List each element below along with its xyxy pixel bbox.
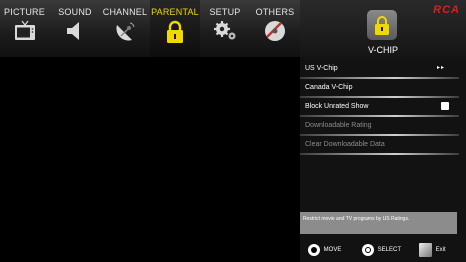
tab-sound[interactable]: SOUND xyxy=(50,0,100,57)
menu-item-label: US V-Chip xyxy=(305,65,338,72)
menu-item-us-vchip[interactable]: US V-Chip ▸▸ xyxy=(300,60,459,79)
section-title: V-CHIP xyxy=(367,45,398,55)
tab-channel-label: CHANNEL xyxy=(102,7,148,17)
help-text-box: Restrict movie and TV programs by US Rat… xyxy=(300,212,457,234)
satellite-dish-icon xyxy=(113,20,137,49)
exit-hint: Exit xyxy=(419,243,446,257)
menu-item-downloadable-rating: Downloadable Rating xyxy=(300,117,459,136)
tab-setup-label: SETUP xyxy=(209,7,241,17)
lock-icon xyxy=(165,20,185,49)
tab-parental[interactable]: PARENTAL xyxy=(150,0,200,57)
tab-parental-label: PARENTAL xyxy=(151,7,199,17)
tab-setup[interactable]: SETUP xyxy=(200,0,250,57)
exit-label: Exit xyxy=(435,247,446,253)
menu-item-label: Block Unrated Show xyxy=(305,103,369,110)
tv-icon xyxy=(13,20,37,47)
speaker-icon xyxy=(64,20,86,47)
tab-picture-label: PICTURE xyxy=(4,7,45,17)
move-hint: MOVE xyxy=(308,243,341,257)
tab-channel[interactable]: CHANNEL xyxy=(100,0,150,57)
menu-list: US V-Chip ▸▸ Canada V-Chip Block Unrated… xyxy=(300,60,459,155)
tab-sound-label: SOUND xyxy=(58,7,92,17)
menu-item-canada-vchip[interactable]: Canada V-Chip xyxy=(300,79,459,98)
dpad-icon xyxy=(308,244,320,256)
select-hint: SELECT xyxy=(362,243,401,257)
top-menu-tabs: PICTURE SOUND CHANNEL PARENTAL SETUP OTH… xyxy=(0,0,300,57)
help-text: Restrict movie and TV programs by US Rat… xyxy=(303,216,410,222)
vchip-menu-panel: US V-Chip ▸▸ Canada V-Chip Block Unrated… xyxy=(300,57,466,262)
block-unrated-checkbox[interactable] xyxy=(441,102,449,110)
disc-icon xyxy=(264,20,286,47)
lock-icon xyxy=(375,16,389,35)
footer-hints: MOVE SELECT Exit xyxy=(300,240,466,260)
section-header: RCA V-CHIP xyxy=(300,0,466,57)
menu-item-label: Clear Downloadable Data xyxy=(305,141,385,148)
tab-others[interactable]: OTHERS xyxy=(250,0,300,57)
menu-item-block-unrated-show[interactable]: Block Unrated Show xyxy=(300,98,459,117)
gears-icon xyxy=(212,20,238,47)
brand-logo: RCA xyxy=(433,4,460,16)
menu-item-label: Downloadable Rating xyxy=(305,122,372,129)
submenu-arrow-icon: ▸▸ xyxy=(436,65,445,71)
tab-picture[interactable]: PICTURE xyxy=(0,0,49,57)
tab-others-label: OTHERS xyxy=(255,7,295,17)
menu-item-clear-downloadable-data: Clear Downloadable Data xyxy=(300,136,459,155)
ok-button-icon xyxy=(362,244,374,256)
section-icon-box xyxy=(367,10,397,40)
move-label: MOVE xyxy=(323,247,342,253)
menu-item-label: Canada V-Chip xyxy=(305,84,353,91)
exit-icon xyxy=(419,243,432,257)
select-label: SELECT xyxy=(377,247,402,253)
